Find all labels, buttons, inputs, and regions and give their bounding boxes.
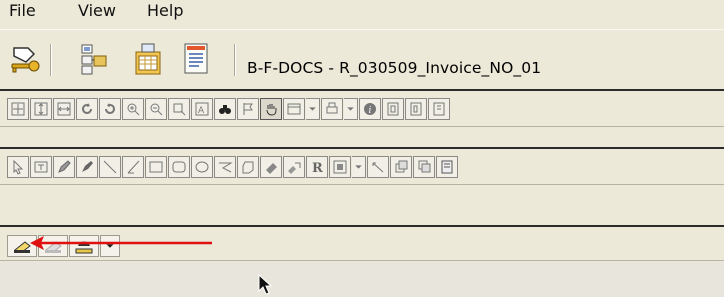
- document-grid-icon[interactable]: [132, 42, 164, 76]
- tree-structure-icon[interactable]: [78, 42, 110, 76]
- main-toolbar: B-F-DOCS - R_030509_Invoice_NO_01: [0, 29, 724, 89]
- page-first-icon[interactable]: [382, 98, 404, 120]
- find-binoculars-icon[interactable]: [214, 98, 236, 120]
- layer-front-icon[interactable]: [413, 156, 435, 178]
- diagonal-line-icon[interactable]: [122, 156, 144, 178]
- select-arrow-icon[interactable]: [7, 156, 29, 178]
- svg-text:R: R: [312, 161, 323, 175]
- svg-text:A: A: [198, 106, 205, 116]
- bold-icon[interactable]: R: [306, 156, 328, 178]
- layer-icon[interactable]: [390, 156, 412, 178]
- toolbar-separator: [234, 44, 236, 76]
- properties-doc-icon[interactable]: [180, 42, 212, 76]
- menu-file[interactable]: File: [9, 0, 36, 20]
- document-title: B-F-DOCS - R_030509_Invoice_NO_01: [247, 59, 542, 77]
- highlight-icon[interactable]: [283, 156, 305, 178]
- zoom-text-icon[interactable]: A: [191, 98, 213, 120]
- document-workspace[interactable]: [0, 262, 724, 297]
- fit-height-icon[interactable]: [30, 98, 52, 120]
- chevron-down-icon[interactable]: [344, 98, 358, 120]
- ellipse-icon[interactable]: [191, 156, 213, 178]
- view-toolbar: A i: [0, 89, 724, 127]
- text-box-icon[interactable]: [30, 156, 52, 178]
- zoom-in-icon[interactable]: [122, 98, 144, 120]
- flag-icon[interactable]: [237, 98, 259, 120]
- rotate-left-icon[interactable]: [76, 98, 98, 120]
- zoom-window-icon[interactable]: [168, 98, 190, 120]
- pencil-icon[interactable]: [53, 156, 75, 178]
- arrow-line-icon[interactable]: [367, 156, 389, 178]
- marker-icon[interactable]: [76, 156, 98, 178]
- polygon-icon[interactable]: [237, 156, 259, 178]
- line-icon[interactable]: [99, 156, 121, 178]
- polyline-icon[interactable]: [214, 156, 236, 178]
- rotate-right-icon[interactable]: [99, 98, 121, 120]
- key-login-icon[interactable]: [10, 42, 42, 76]
- rounded-rectangle-icon[interactable]: [168, 156, 190, 178]
- toolbar-separator: [50, 44, 52, 76]
- menu-bar: File View Help: [0, 0, 724, 29]
- annotation-arrow-icon: [30, 236, 212, 250]
- mouse-cursor-icon: [258, 274, 273, 295]
- eraser-icon[interactable]: [260, 156, 282, 178]
- note-icon[interactable]: [436, 156, 458, 178]
- svg-text:i: i: [369, 106, 372, 116]
- chevron-down-icon[interactable]: [306, 98, 320, 120]
- stamp-icon[interactable]: [329, 156, 351, 178]
- annotation-toolbar: R: [0, 147, 724, 185]
- info-icon[interactable]: i: [359, 98, 381, 120]
- zoom-out-icon[interactable]: [145, 98, 167, 120]
- fit-all-icon[interactable]: [7, 98, 29, 120]
- fit-width-icon[interactable]: [53, 98, 75, 120]
- page-prev-icon[interactable]: [405, 98, 427, 120]
- print-icon[interactable]: [321, 98, 343, 120]
- page-next-icon[interactable]: [428, 98, 450, 120]
- menu-help[interactable]: Help: [147, 0, 183, 20]
- menu-view[interactable]: View: [78, 0, 116, 20]
- page-layout-icon[interactable]: [283, 98, 305, 120]
- chevron-down-icon[interactable]: [352, 156, 366, 178]
- rectangle-icon[interactable]: [145, 156, 167, 178]
- pan-hand-icon[interactable]: [260, 98, 282, 120]
